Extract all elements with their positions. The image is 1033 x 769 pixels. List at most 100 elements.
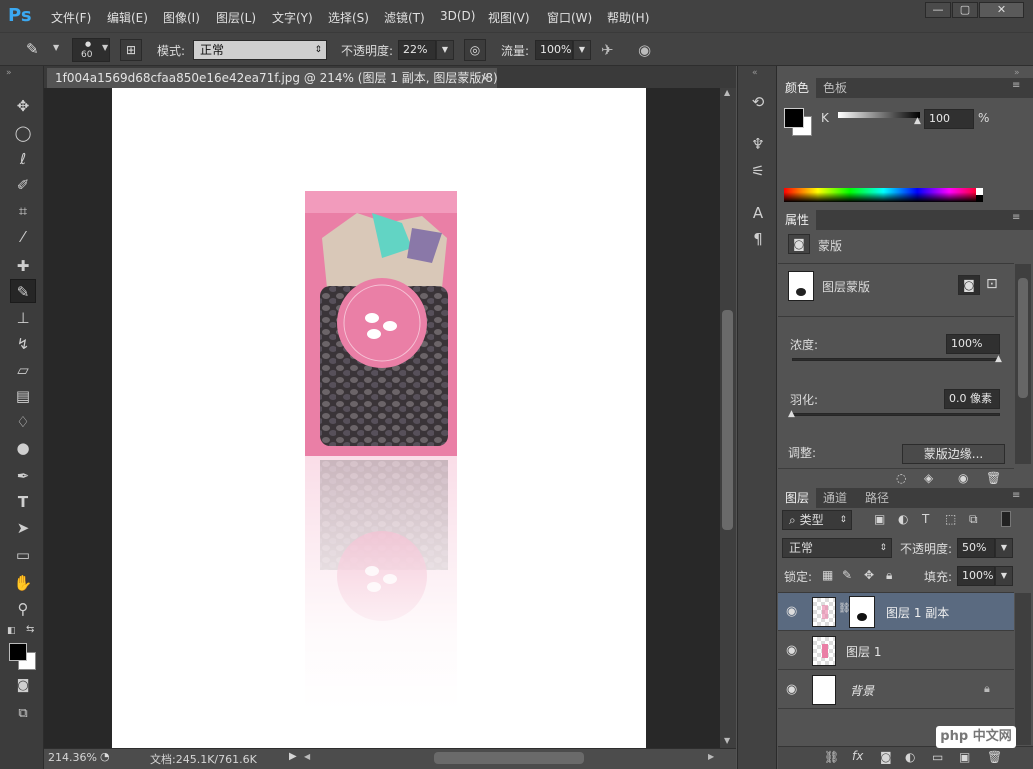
layer-opacity-dropdown-icon[interactable]: ▼ xyxy=(995,538,1013,558)
blur-tool-icon[interactable]: ♢ xyxy=(10,410,36,434)
density-slider[interactable] xyxy=(792,358,1000,361)
visibility-eye-icon[interactable]: ◉ xyxy=(786,643,797,658)
mask-edge-button[interactable]: 蒙版边缘... xyxy=(902,444,1005,464)
move-tool-icon[interactable]: ✥ xyxy=(10,94,36,118)
brush-size-dropdown-icon[interactable]: ▼ xyxy=(102,43,108,52)
menu-type[interactable]: 文字(Y) xyxy=(272,9,313,26)
preset-dropdown-icon[interactable]: ▼ xyxy=(53,43,59,52)
panel-menu-icon[interactable]: ≡ xyxy=(1012,212,1020,223)
vertical-scroll-thumb[interactable] xyxy=(722,310,733,530)
lock-pixels-icon[interactable]: ✎ xyxy=(842,568,852,582)
brush-tool-preset-icon[interactable]: ✎ xyxy=(26,40,39,58)
add-mask-icon[interactable]: ◙ xyxy=(880,750,892,764)
scroll-right-icon[interactable]: ▶ xyxy=(708,752,714,761)
marquee-tool-icon[interactable]: ◯ xyxy=(10,121,36,145)
pressure-size-icon[interactable]: ◉ xyxy=(638,41,651,59)
brush-tool-icon[interactable]: ✎ xyxy=(10,279,36,303)
airbrush-icon[interactable]: ✈ xyxy=(601,41,614,59)
density-slider-handle-icon[interactable]: ▲ xyxy=(995,354,1002,364)
menu-window[interactable]: 窗口(W) xyxy=(547,9,592,26)
character-panel-icon[interactable]: A xyxy=(748,203,768,223)
path-selection-tool-icon[interactable]: ➤ xyxy=(10,516,36,540)
layer-row[interactable]: ◉ 图层 1 xyxy=(778,632,1014,670)
horizontal-scroll-thumb[interactable] xyxy=(434,752,584,764)
collapse-arrows-icon[interactable]: » xyxy=(1014,68,1020,78)
menu-filter[interactable]: 滤镜(T) xyxy=(384,9,425,26)
tab-swatches[interactable]: 色板 xyxy=(816,78,854,98)
rectangle-tool-icon[interactable]: ▭ xyxy=(10,543,36,567)
feather-slider[interactable] xyxy=(792,413,1000,416)
foreground-color-swatch[interactable] xyxy=(784,108,804,128)
clone-stamp-tool-icon[interactable]: ⊥ xyxy=(10,306,36,330)
flow-dropdown-icon[interactable]: ▼ xyxy=(573,40,591,60)
k-value-input[interactable]: 100 xyxy=(924,109,974,129)
visibility-eye-icon[interactable]: ◉ xyxy=(786,682,797,697)
visibility-icon[interactable]: ◉ xyxy=(958,471,968,485)
menu-view[interactable]: 视图(V) xyxy=(488,9,530,26)
k-slider-handle-icon[interactable]: ▲ xyxy=(914,116,921,126)
filter-smart-object-icon[interactable]: ⧉ xyxy=(969,512,978,527)
opacity-input[interactable]: 22% xyxy=(398,40,436,60)
tool-presets-panel-icon[interactable]: ⚟ xyxy=(748,161,768,181)
scroll-left-icon[interactable]: ◀ xyxy=(304,752,310,761)
healing-brush-tool-icon[interactable]: ✚ xyxy=(10,254,36,278)
adjustment-layer-icon[interactable]: ◐ xyxy=(905,750,915,764)
delete-layer-icon[interactable]: 🗑 xyxy=(987,750,1002,764)
panel-menu-icon[interactable]: ≡ xyxy=(1012,490,1020,501)
status-info-icon[interactable]: ◔ xyxy=(100,750,110,763)
visibility-eye-icon[interactable]: ◉ xyxy=(786,604,797,619)
menu-file[interactable]: 文件(F) xyxy=(51,9,91,26)
scroll-down-icon[interactable]: ▼ xyxy=(724,736,730,745)
mask-link-icon[interactable]: ⛓︎ xyxy=(838,603,851,614)
filter-shape-icon[interactable]: ⬚ xyxy=(945,512,956,526)
pressure-opacity-icon[interactable]: ◎ xyxy=(464,39,486,61)
tab-properties[interactable]: 属性 xyxy=(778,210,817,230)
lock-position-icon[interactable]: ✥ xyxy=(864,568,874,582)
gradient-tool-icon[interactable]: ▤ xyxy=(10,384,36,408)
vertical-scrollbar[interactable]: ▲ ▼ xyxy=(720,88,736,748)
paragraph-panel-icon[interactable]: ¶ xyxy=(748,229,768,249)
dodge-tool-icon[interactable]: ● xyxy=(10,436,36,460)
opacity-dropdown-icon[interactable]: ▼ xyxy=(436,40,454,60)
menu-image[interactable]: 图像(I) xyxy=(163,9,200,26)
menu-help[interactable]: 帮助(H) xyxy=(607,9,649,26)
new-group-icon[interactable]: ▭ xyxy=(932,750,943,764)
history-panel-icon[interactable]: ⟲ xyxy=(748,92,768,112)
tab-color[interactable]: 颜色 xyxy=(778,78,817,98)
brush-panel-toggle-icon[interactable]: ⊞ xyxy=(120,39,142,61)
feather-input[interactable]: 0.0 像素 xyxy=(944,389,1000,409)
feather-slider-handle-icon[interactable]: ▲ xyxy=(788,409,795,419)
status-menu-arrow-icon[interactable]: ▶ xyxy=(289,751,297,762)
tab-layers[interactable]: 图层 xyxy=(778,488,817,508)
close-tab-icon[interactable]: × xyxy=(480,68,490,88)
filter-adjustment-icon[interactable]: ◐ xyxy=(898,512,908,526)
pixel-mask-button[interactable]: ◙ xyxy=(958,275,980,295)
load-selection-icon[interactable]: ◌ xyxy=(896,471,906,485)
type-tool-icon[interactable]: T xyxy=(10,490,36,514)
default-colors-icon[interactable]: ◧ xyxy=(7,626,16,636)
restore-button[interactable]: ▢ xyxy=(952,2,978,18)
crop-tool-icon[interactable]: ⌗ xyxy=(10,199,36,223)
layer-mask-thumbnail[interactable] xyxy=(849,596,875,628)
lock-transparency-icon[interactable]: ▦ xyxy=(822,568,833,582)
menu-layer[interactable]: 图层(L) xyxy=(216,9,256,26)
filter-type-icon[interactable]: T xyxy=(922,512,929,526)
screen-mode-icon[interactable]: ⧉ xyxy=(10,702,36,726)
menu-3d[interactable]: 3D(D) xyxy=(440,9,475,23)
tab-paths[interactable]: 路径 xyxy=(858,488,896,508)
pen-tool-icon[interactable]: ✒ xyxy=(10,464,36,488)
eyedropper-tool-icon[interactable]: ⁄ xyxy=(10,225,36,249)
layer-opacity-input[interactable]: 50% xyxy=(957,538,995,558)
fill-dropdown-icon[interactable]: ▼ xyxy=(995,566,1013,586)
document-canvas[interactable] xyxy=(112,88,646,748)
lasso-tool-icon[interactable]: ℓ xyxy=(10,147,36,171)
menu-edit[interactable]: 编辑(E) xyxy=(107,9,148,26)
filter-toggle-switch[interactable] xyxy=(1001,511,1011,527)
hand-tool-icon[interactable]: ✋ xyxy=(10,571,36,595)
fill-input[interactable]: 100% xyxy=(957,566,995,586)
layer-style-icon[interactable]: fx xyxy=(852,749,863,763)
mode-select[interactable]: 正常 ⇕ xyxy=(193,40,327,60)
k-slider-track[interactable] xyxy=(838,112,920,118)
collapse-arrows-icon[interactable]: « xyxy=(752,68,758,78)
lock-all-icon[interactable]: 🔒︎ xyxy=(886,568,892,583)
